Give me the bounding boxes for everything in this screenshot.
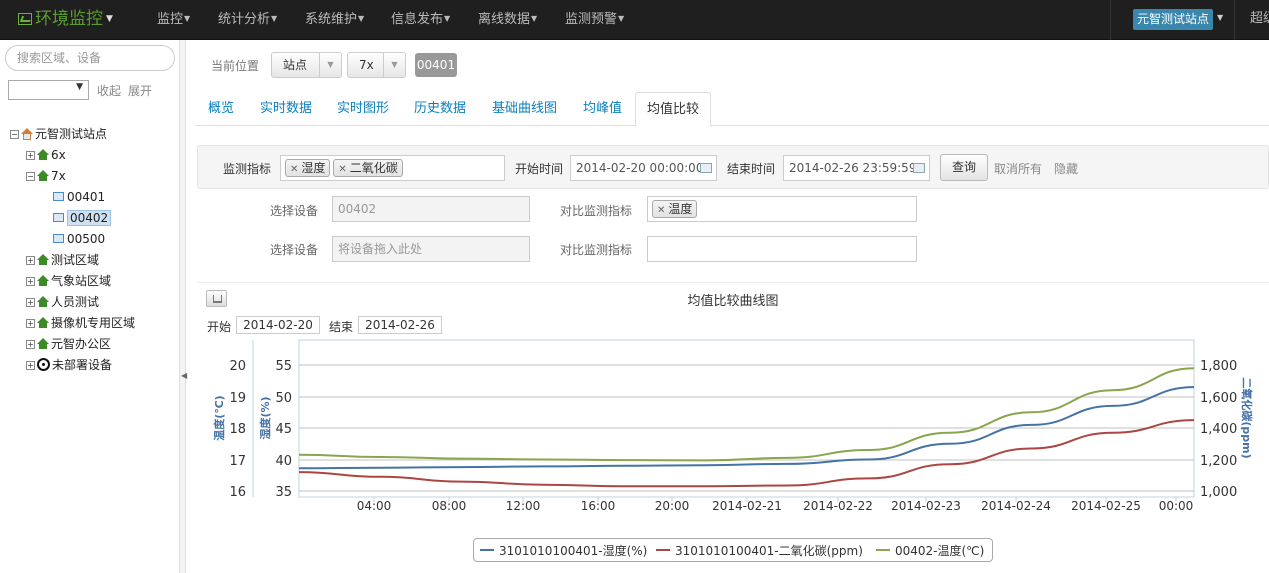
y-tick-label: 17 bbox=[229, 454, 246, 469]
x-tick-label: 2014-02-21 bbox=[712, 499, 782, 513]
x-tick-label: 12:00 bbox=[506, 499, 541, 513]
y-tick-label: 40 bbox=[275, 454, 292, 469]
y-tick-label: 50 bbox=[275, 391, 292, 406]
y-tick-label: 1,200 bbox=[1200, 454, 1237, 469]
x-tick-label: 08:00 bbox=[432, 499, 467, 513]
x-tick-label: 2014-02-23 bbox=[891, 499, 961, 513]
y-axis-title: 温度(℃) bbox=[212, 395, 226, 440]
y-tick-label: 1,600 bbox=[1200, 391, 1237, 406]
x-tick-label: 00:00 bbox=[1159, 499, 1194, 513]
y-tick-label: 19 bbox=[229, 391, 246, 406]
x-tick-label: 2014-02-25 bbox=[1071, 499, 1141, 513]
y-tick-label: 55 bbox=[275, 359, 292, 374]
x-tick-label: 2014-02-24 bbox=[981, 499, 1051, 513]
y-axis-title: 湿度(%) bbox=[258, 396, 272, 439]
y-tick-label: 35 bbox=[275, 485, 292, 500]
y-tick-label: 1,800 bbox=[1200, 359, 1237, 374]
chart-canvas: 20 19 18 17 16 55 50 45 40 35 1,800 1,600 1,400 1,200… bbox=[212, 339, 1254, 513]
x-tick-label: 16:00 bbox=[581, 499, 616, 513]
x-tick-label: 20:00 bbox=[655, 499, 690, 513]
chart-legend: 3101010100401-湿度(%) 3101010100401-二氧化碳(p… bbox=[473, 538, 993, 562]
y-tick-label: 18 bbox=[229, 422, 246, 437]
legend-item[interactable]: 00402-温度(℃) bbox=[876, 542, 984, 559]
y-tick-label: 45 bbox=[275, 422, 292, 437]
legend-swatch bbox=[656, 549, 670, 551]
y-axis-title: 二氧化碳(ppm) bbox=[1240, 377, 1254, 458]
y-tick-label: 1,400 bbox=[1200, 422, 1237, 437]
legend-item[interactable]: 3101010100401-二氧化碳(ppm) bbox=[656, 542, 863, 559]
x-tick-label: 04:00 bbox=[357, 499, 392, 513]
y-tick-label: 1,000 bbox=[1200, 485, 1237, 500]
y-tick-label: 20 bbox=[229, 359, 246, 374]
legend-item[interactable]: 3101010100401-湿度(%) bbox=[480, 542, 647, 559]
y-tick-label: 16 bbox=[229, 485, 246, 500]
plot-area bbox=[298, 339, 1195, 498]
legend-swatch bbox=[876, 549, 890, 551]
x-tick-label: 2014-02-22 bbox=[803, 499, 873, 513]
legend-swatch bbox=[480, 549, 494, 551]
